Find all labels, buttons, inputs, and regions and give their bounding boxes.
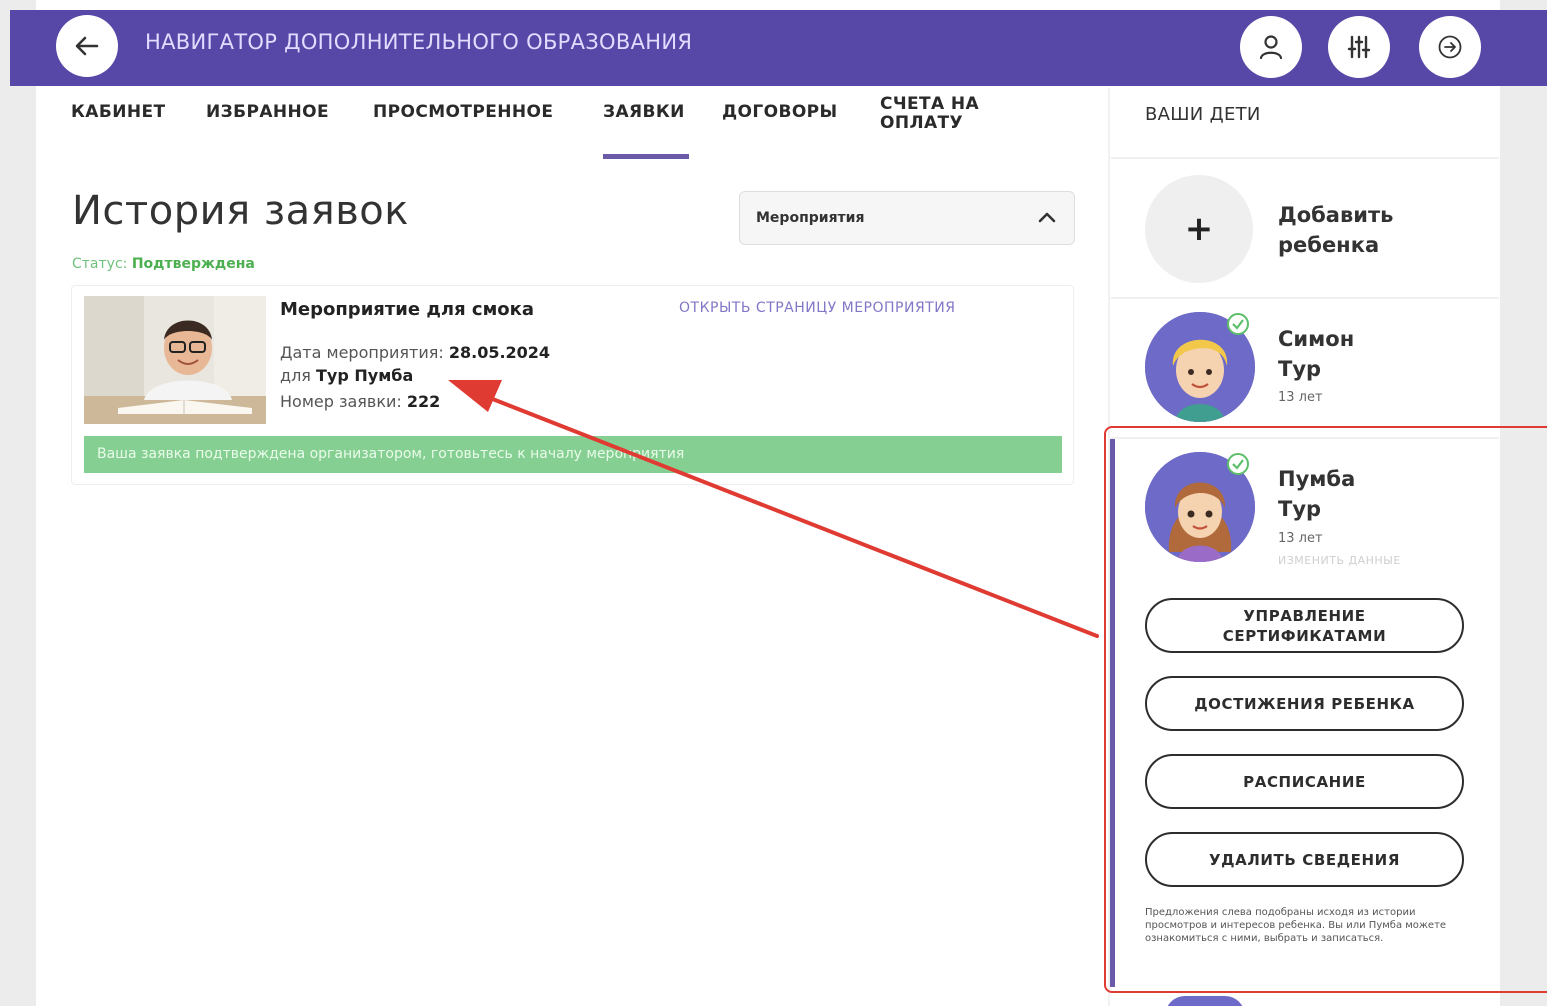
category-select-value: Мероприятия — [756, 210, 865, 226]
back-button[interactable] — [56, 15, 118, 77]
application-card: Мероприятие для смока ОТКРЫТЬ СТРАНИЦУ М… — [71, 285, 1074, 485]
application-number: Номер заявки: 222 — [280, 392, 441, 411]
tab-contracts[interactable]: ДОГОВОРЫ — [722, 102, 838, 122]
logout-button[interactable] — [1419, 16, 1481, 78]
event-date: Дата мероприятия: 28.05.2024 — [280, 343, 551, 362]
page-title: История заявок — [72, 188, 409, 234]
profile-button[interactable] — [1240, 16, 1302, 78]
panel-separator — [1111, 297, 1499, 299]
status-label: Статус: — [72, 256, 128, 272]
confirmation-banner-text: Ваша заявка подтверждена организатором, … — [97, 446, 685, 462]
panel-separator — [1111, 157, 1499, 159]
user-icon — [1259, 35, 1283, 60]
add-child-label[interactable]: Добавить ребенка — [1278, 200, 1393, 260]
application-title: Мероприятие для смока — [280, 299, 535, 320]
tab-applications[interactable]: ЗАЯВКИ — [603, 102, 685, 122]
annotation-highlight-box — [1104, 426, 1547, 993]
sliders-icon — [1347, 35, 1371, 59]
event-image — [84, 296, 266, 424]
status-value: Подтверждена — [131, 256, 255, 272]
check-circle-icon — [1227, 313, 1249, 335]
plus-icon: + — [1184, 209, 1214, 249]
chevron-up-icon — [1038, 212, 1056, 223]
tab-cabinet[interactable]: КАБИНЕТ — [71, 102, 165, 122]
add-child-button[interactable]: + — [1145, 175, 1253, 283]
app-title: НАВИГАТОР ДОПОЛНИТЕЛЬНОГО ОБРАЗОВАНИЯ — [145, 30, 693, 54]
tab-favorites[interactable]: ИЗБРАННОЕ — [206, 102, 329, 122]
settings-button[interactable] — [1328, 16, 1390, 78]
active-tab-indicator — [603, 154, 689, 159]
status-line: Статус: Подтверждена — [72, 256, 255, 272]
tab-invoices[interactable]: СЧЕТА НА ОПЛАТУ — [880, 95, 1010, 133]
confirmation-banner: Ваша заявка подтверждена организатором, … — [84, 436, 1062, 473]
next-child-avatar — [1165, 996, 1245, 1006]
kids-panel-title: ВАШИ ДЕТИ — [1145, 104, 1261, 125]
child-age-simon: 13 лет — [1278, 390, 1323, 405]
open-event-page-link[interactable]: ОТКРЫТЬ СТРАНИЦУ МЕРОПРИЯТИЯ — [679, 300, 955, 316]
arrow-left-icon — [75, 36, 99, 56]
logout-icon — [1438, 35, 1462, 59]
child-name-simon: Симон Тур — [1278, 327, 1355, 381]
event-for-child: для Тур Пумба — [280, 366, 414, 385]
category-select[interactable]: Мероприятия — [739, 191, 1075, 245]
tab-viewed[interactable]: ПРОСМОТРЕННОЕ — [373, 102, 553, 122]
